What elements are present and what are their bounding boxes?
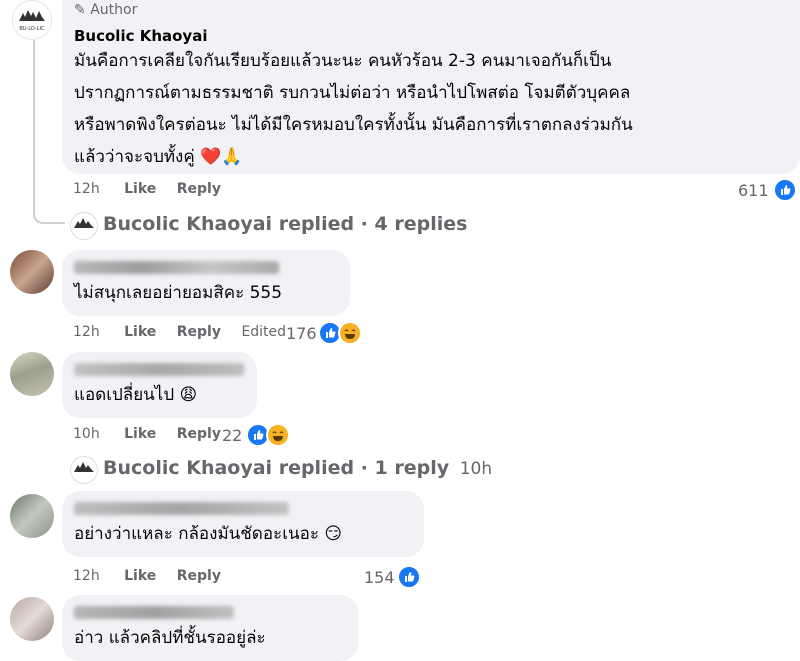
timestamp[interactable]: 12h	[73, 568, 100, 584]
haha-reaction-icon	[266, 423, 290, 447]
timestamp[interactable]: 12h	[73, 324, 100, 340]
reaction-count[interactable]: 611	[738, 181, 769, 200]
reply-button[interactable]: Reply	[177, 324, 221, 340]
like-button[interactable]: Like	[124, 568, 156, 584]
bucolic-logo-icon: BU-LO-LIC	[19, 10, 45, 32]
comment-text: อย่างว่าแหละ กล้องมันชัดอะเนอะ 😏	[74, 524, 343, 544]
comment-text-line: ปรากฏการณ์ตามธรรมชาติ รบกวนไม่ต่อว่า หรื…	[74, 83, 631, 103]
replier-avatar[interactable]	[70, 212, 98, 240]
thread-connector	[33, 200, 65, 224]
pencil-icon: ✎	[74, 2, 91, 18]
comment-actions: 12h Like Reply	[73, 181, 221, 197]
reply-button[interactable]: Reply	[177, 181, 221, 197]
replier-avatar[interactable]	[70, 456, 98, 484]
timestamp[interactable]: 10h	[73, 426, 100, 442]
like-button[interactable]: Like	[124, 181, 156, 197]
blurred-name	[74, 502, 289, 515]
comment-actions: 10h Like Reply	[73, 426, 221, 442]
comment-text: แอดเปลี่ยนไป 😩	[74, 385, 198, 405]
comment-text-line: หรือพาดพิงใครต่อนะ ไม่ได้มีใครหมอบใครทั้…	[74, 115, 633, 135]
edited-label: Edited	[241, 324, 287, 340]
commenter-avatar[interactable]	[10, 597, 54, 641]
bucolic-logo-icon	[74, 218, 94, 228]
comment-text-line: มันคือการเคลียใจกันเรียบร้อยแล้วนะนะ คนห…	[74, 51, 612, 71]
blurred-name	[74, 261, 279, 274]
like-reaction-icon	[773, 178, 797, 202]
reply-button[interactable]: Reply	[177, 568, 221, 584]
commenter-avatar[interactable]	[10, 494, 54, 538]
comment-actions: 12h Like Reply Edited	[73, 324, 286, 340]
comment-bubble: อ่าว แล้วคลิปที่ชั้นรออยู่ล่ะ	[62, 595, 358, 661]
author-name[interactable]: Bucolic Khaoyai	[74, 27, 207, 45]
view-replies-link[interactable]: Bucolic Khaoyai replied · 1 reply 10h	[103, 457, 492, 479]
comment-text: ไม่สนุกเลยอย่ายอมสิคะ 555	[74, 283, 283, 303]
author-avatar[interactable]: BU-LO-LIC	[12, 0, 52, 40]
like-reaction-icon	[397, 565, 421, 589]
haha-reaction-icon	[338, 321, 362, 345]
blurred-name	[74, 363, 244, 376]
comment-actions: 12h Like Reply	[73, 568, 221, 584]
reaction-count[interactable]: 176	[286, 324, 317, 343]
comment-bubble: แอดเปลี่ยนไป 😩	[62, 352, 257, 418]
author-comment-bubble: ✎ Author Bucolic Khaoyai มันคือการเคลียใ…	[62, 0, 800, 174]
bucolic-logo-icon	[74, 462, 94, 472]
blurred-name	[74, 606, 234, 619]
commenter-avatar[interactable]	[10, 250, 54, 294]
comment-text: อ่าว แล้วคลิปที่ชั้นรออยู่ล่ะ	[74, 628, 266, 648]
comment-bubble: อย่างว่าแหละ กล้องมันชัดอะเนอะ 😏	[62, 491, 424, 557]
comment-text-line: แล้วว่าจะจบทั้งคู่ ❤️🙏	[74, 147, 243, 167]
thread-line	[33, 40, 35, 210]
like-button[interactable]: Like	[124, 324, 156, 340]
view-replies-link[interactable]: Bucolic Khaoyai replied · 4 replies	[103, 213, 467, 235]
reaction-count[interactable]: 154	[364, 568, 395, 587]
like-button[interactable]: Like	[124, 426, 156, 442]
svg-text:BU-LO-LIC: BU-LO-LIC	[19, 26, 45, 32]
timestamp: 10h	[459, 459, 493, 479]
commenter-avatar[interactable]	[10, 352, 54, 396]
comment-bubble: ไม่สนุกเลยอย่ายอมสิคะ 555	[62, 250, 350, 316]
timestamp[interactable]: 12h	[73, 181, 100, 197]
reply-button[interactable]: Reply	[177, 426, 221, 442]
reaction-count[interactable]: 22	[222, 426, 242, 445]
author-badge: ✎ Author	[74, 2, 138, 18]
